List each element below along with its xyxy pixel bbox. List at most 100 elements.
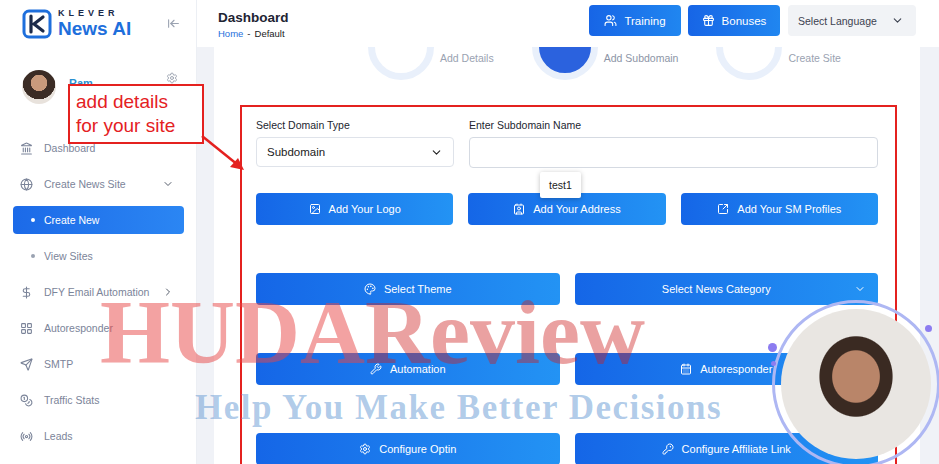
coins-icon [20,394,33,407]
domain-type-select[interactable]: Subdomain [256,137,454,167]
header: Dashboard Home-Default Training Bonuses Sele… [197,0,939,47]
action-buttons: Add Your Logo Add Your Address Add Your SM… [256,193,878,464]
send-icon [20,358,33,371]
breadcrumb: Home-Default [218,28,289,39]
webcam-video [772,300,939,464]
logo-brand: KLEVER [58,9,131,18]
logo-text: KLEVERNews AI [58,9,131,38]
autocomplete-suggestion[interactable]: test1 [540,172,581,198]
ring-dot-icon [925,325,932,332]
button-label: Autoresponder [700,363,772,375]
collapse-button[interactable] [165,15,182,32]
dot-icon [31,254,35,258]
chevron-right-icon [162,286,174,298]
caret-icon [854,283,866,295]
button-label: Add Your SM Profiles [737,203,841,215]
header-button[interactable]: Bonuses [688,5,780,36]
settings-button[interactable] [166,72,178,84]
step: Add Details [368,47,494,80]
sidebar-subitem[interactable]: View Sites [0,238,196,274]
stepper: Add Details Add Subdomain Create Site [240,47,897,80]
sidebar-item-label: Traffic Stats [44,394,99,406]
sidebar-item[interactable]: Traffic Stats [0,382,196,418]
breadcrumb-separator: - [247,28,250,39]
domain-type-field: Select Domain Type Subdomain [256,119,454,168]
action-button[interactable]: Add Your Logo [256,193,453,225]
step-circle [532,47,598,80]
button-row: Select Theme Select News Category [256,273,878,305]
annotation-callout: add detailsfor your site [68,84,204,144]
logo[interactable]: KLEVERNews AI [0,0,196,47]
action-button[interactable]: Configure Optin [256,433,560,464]
subdomain-field: Enter Subdomain Name [469,119,878,168]
wrench-icon [370,363,382,375]
dropdown-button[interactable]: Select News Category [575,273,879,305]
watermark-brand: HUDAReview [100,288,722,378]
action-button[interactable]: Add Your SM Profiles [681,193,878,225]
button-label: Add Your Logo [329,203,401,215]
annotation-line: add details [76,90,196,114]
chevron-down-icon [430,146,443,159]
grid-icon [20,322,33,335]
button-label: Add Your Address [533,203,620,215]
step-label: Add Subdomain [604,52,679,64]
sidebar-item-label: SMTP [44,358,73,370]
sidebar-item[interactable]: Autoresponder [0,310,196,346]
sidebar-item-label: View Sites [44,250,93,262]
field-row: Select Domain Type Subdomain Enter Subdoma… [256,119,878,168]
subdomain-input[interactable] [469,137,878,168]
radio-icon [20,430,33,443]
sidebar-item[interactable]: SMTP [0,346,196,382]
users-icon [604,14,617,27]
step-label: Add Details [440,52,494,64]
watermark: HUDAReview Help You Make Better Decisions [100,288,722,428]
action-button[interactable]: Automation [256,353,560,385]
field-label: Select Domain Type [256,119,454,131]
watermark-tagline: Help You Make Better Decisions [195,388,722,428]
step: Add Subdomain [532,47,679,80]
sidebar: KLEVERNews AIRamonlineDashboardCreate Ne… [0,0,197,464]
sidebar-subitem[interactable]: Create New [13,206,184,234]
sidebar-chevron [162,286,174,298]
header-button[interactable]: Training [589,5,681,36]
page-title-block: Dashboard Home-Default [218,10,289,39]
sidebar-item-label: Autoresponder [44,322,113,334]
collapse-icon [167,17,180,30]
annotation-arrow-icon [200,132,246,172]
ring-dot-icon [771,361,776,366]
language-select[interactable]: Select Language [788,5,916,36]
image-icon [309,203,321,215]
webcam-frame [781,309,931,459]
dollar-icon [20,286,33,299]
watermark-brand-part: Review [365,283,645,382]
gift-icon [702,14,715,27]
sidebar-item-label: Dashboard [44,142,95,154]
sidebar-item-label: Create News Site [44,178,126,190]
sidebar-item[interactable]: Leads [0,418,196,454]
breadcrumb-current: Default [255,28,285,39]
dot-icon [31,218,35,222]
action-button[interactable]: Select Theme [256,273,560,305]
sidebar-chevron [162,178,174,190]
breadcrumb-link[interactable]: Home [218,28,243,39]
sidebar-item-label: Leads [44,430,73,442]
sidebar-item[interactable]: DFY Email Automation [0,274,196,310]
button-label: Configure Optin [379,443,456,455]
page-title: Dashboard [218,10,289,25]
sidebar-item[interactable]: Create News Site [0,166,196,202]
ring-dot-icon [768,343,777,352]
button-label: Configure Affiliate Link [682,443,791,455]
app: KLEVERNews AIRamonlineDashboardCreate Ne… [0,0,939,464]
logo-icon [22,9,52,39]
button-row: Configure Optin Configure Affiliate Link [256,433,878,464]
language-placeholder: Select Language [798,15,877,27]
step: Create Site [716,47,841,80]
header-button-label: Bonuses [722,15,767,27]
user-avatar[interactable] [22,70,56,104]
watermark-brand-part: HUDA [100,283,365,382]
contact-icon [513,203,525,215]
step-circle [368,47,434,80]
globe-icon [20,178,33,191]
bank-icon [20,142,33,155]
gear-icon [166,72,178,84]
